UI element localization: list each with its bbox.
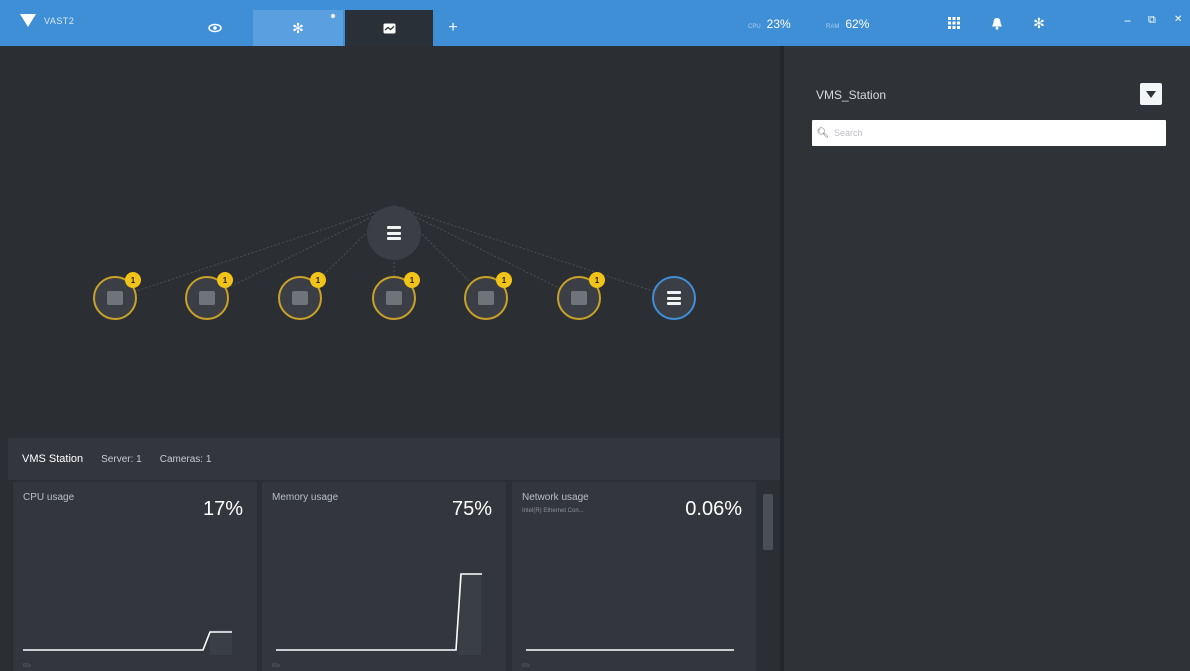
network-usage-card: Network usage Intel(R) Ethernet Con... 0… — [512, 482, 756, 671]
alert-badge: 1 — [310, 272, 326, 288]
camera-node[interactable]: 1 — [557, 272, 605, 320]
server-icon — [387, 226, 401, 240]
tab-settings[interactable]: ✻ — [253, 10, 343, 46]
station-summary-bar: VMS Station Server: 1 Cameras: 1 — [8, 438, 780, 480]
memory-usage-value: 75% — [451, 498, 492, 520]
station-stats-panel: VMS Station Server: 1 Cameras: 1 CPU usa… — [0, 438, 780, 671]
app-logo: VAST2 — [20, 14, 74, 27]
camera-node[interactable]: 1 — [464, 272, 512, 320]
memory-usage-label: Memory usage — [272, 492, 339, 503]
alert-badge: 1 — [217, 272, 233, 288]
station-name: VMS Station — [22, 453, 84, 465]
station-tree-panel: VMS_Station 🔍︎ — [784, 46, 1190, 671]
cpu-usage-label: CPU usage — [23, 492, 75, 503]
stats-scrollbar[interactable] — [763, 494, 773, 550]
camera-node[interactable]: 1 — [185, 272, 233, 320]
gear-icon[interactable]: ✻ — [1030, 14, 1048, 32]
topology-canvas[interactable]: 1 1 1 1 1 1 — [0, 46, 780, 438]
cpu-usage-card: CPU usage 17% 60s — [13, 482, 257, 671]
add-tab-button[interactable]: + — [438, 10, 468, 46]
panel-title: VMS_Station — [816, 88, 887, 102]
camera-icon — [571, 291, 587, 305]
cpu-axis-label: 60s — [23, 663, 32, 669]
app-name: VAST2 — [44, 15, 75, 26]
tab-monitor[interactable] — [345, 10, 433, 46]
server-node[interactable] — [652, 276, 696, 320]
cpu-usage-value: 17% — [202, 498, 243, 520]
search-box[interactable]: 🔍︎ — [812, 120, 1166, 146]
monitor-icon — [383, 23, 395, 33]
vivotek-logo-icon — [20, 14, 36, 27]
network-adapter-label: Intel(R) Ethernet Con... — [522, 508, 584, 514]
ram-indicator: RAM 62% — [826, 17, 869, 31]
camera-icon — [107, 291, 123, 305]
alert-badge: 1 — [404, 272, 420, 288]
memory-axis-label: 60s — [272, 663, 281, 669]
camera-node[interactable]: 1 — [278, 272, 326, 320]
eye-icon — [208, 23, 222, 33]
plus-icon: + — [448, 19, 458, 36]
camera-icon — [292, 291, 308, 305]
grid-icon[interactable] — [945, 14, 963, 32]
cpu-value: 23% — [766, 17, 791, 31]
alert-badge: 1 — [125, 272, 141, 288]
camera-count: Cameras: 1 — [159, 453, 212, 465]
ram-value: 62% — [845, 17, 870, 31]
bell-icon[interactable] — [988, 14, 1006, 32]
server-icon — [667, 291, 681, 305]
alert-badge: 1 — [589, 272, 605, 288]
camera-icon — [199, 291, 215, 305]
ram-label: RAM — [826, 24, 840, 30]
search-icon: 🔍︎ — [816, 127, 830, 139]
camera-node[interactable]: 1 — [93, 272, 141, 320]
search-input[interactable] — [834, 128, 1154, 138]
server-count: Server: 1 — [101, 453, 142, 465]
app-window: VAST2 ✻ + CPU 23% RAM 62% ✻ − ⧉ ✕ 1 1 1 … — [0, 0, 1190, 671]
network-usage-value: 0.06% — [685, 498, 742, 520]
filter-icon — [1146, 90, 1156, 98]
camera-node[interactable]: 1 — [372, 272, 420, 320]
network-axis-label: 60s — [522, 663, 531, 669]
close-icon[interactable]: ✕ — [1174, 14, 1182, 25]
network-usage-label: Network usage — [522, 492, 589, 503]
alert-badge: 1 — [496, 272, 512, 288]
cpu-label: CPU — [748, 24, 761, 30]
filter-button[interactable] — [1140, 83, 1162, 105]
tab-close-indicator[interactable] — [331, 14, 335, 18]
root-station-node[interactable] — [367, 206, 421, 260]
tab-live-view[interactable] — [180, 10, 250, 46]
restore-icon[interactable]: ⧉ — [1148, 14, 1156, 27]
gear-icon: ✻ — [292, 19, 304, 36]
camera-icon — [386, 291, 402, 305]
camera-icon — [478, 291, 494, 305]
cpu-indicator: CPU 23% — [748, 17, 791, 31]
minimize-icon[interactable]: − — [1124, 14, 1131, 28]
top-bar: VAST2 ✻ + CPU 23% RAM 62% ✻ − ⧉ ✕ — [0, 0, 1190, 46]
memory-usage-card: Memory usage 75% 60s — [262, 482, 506, 671]
